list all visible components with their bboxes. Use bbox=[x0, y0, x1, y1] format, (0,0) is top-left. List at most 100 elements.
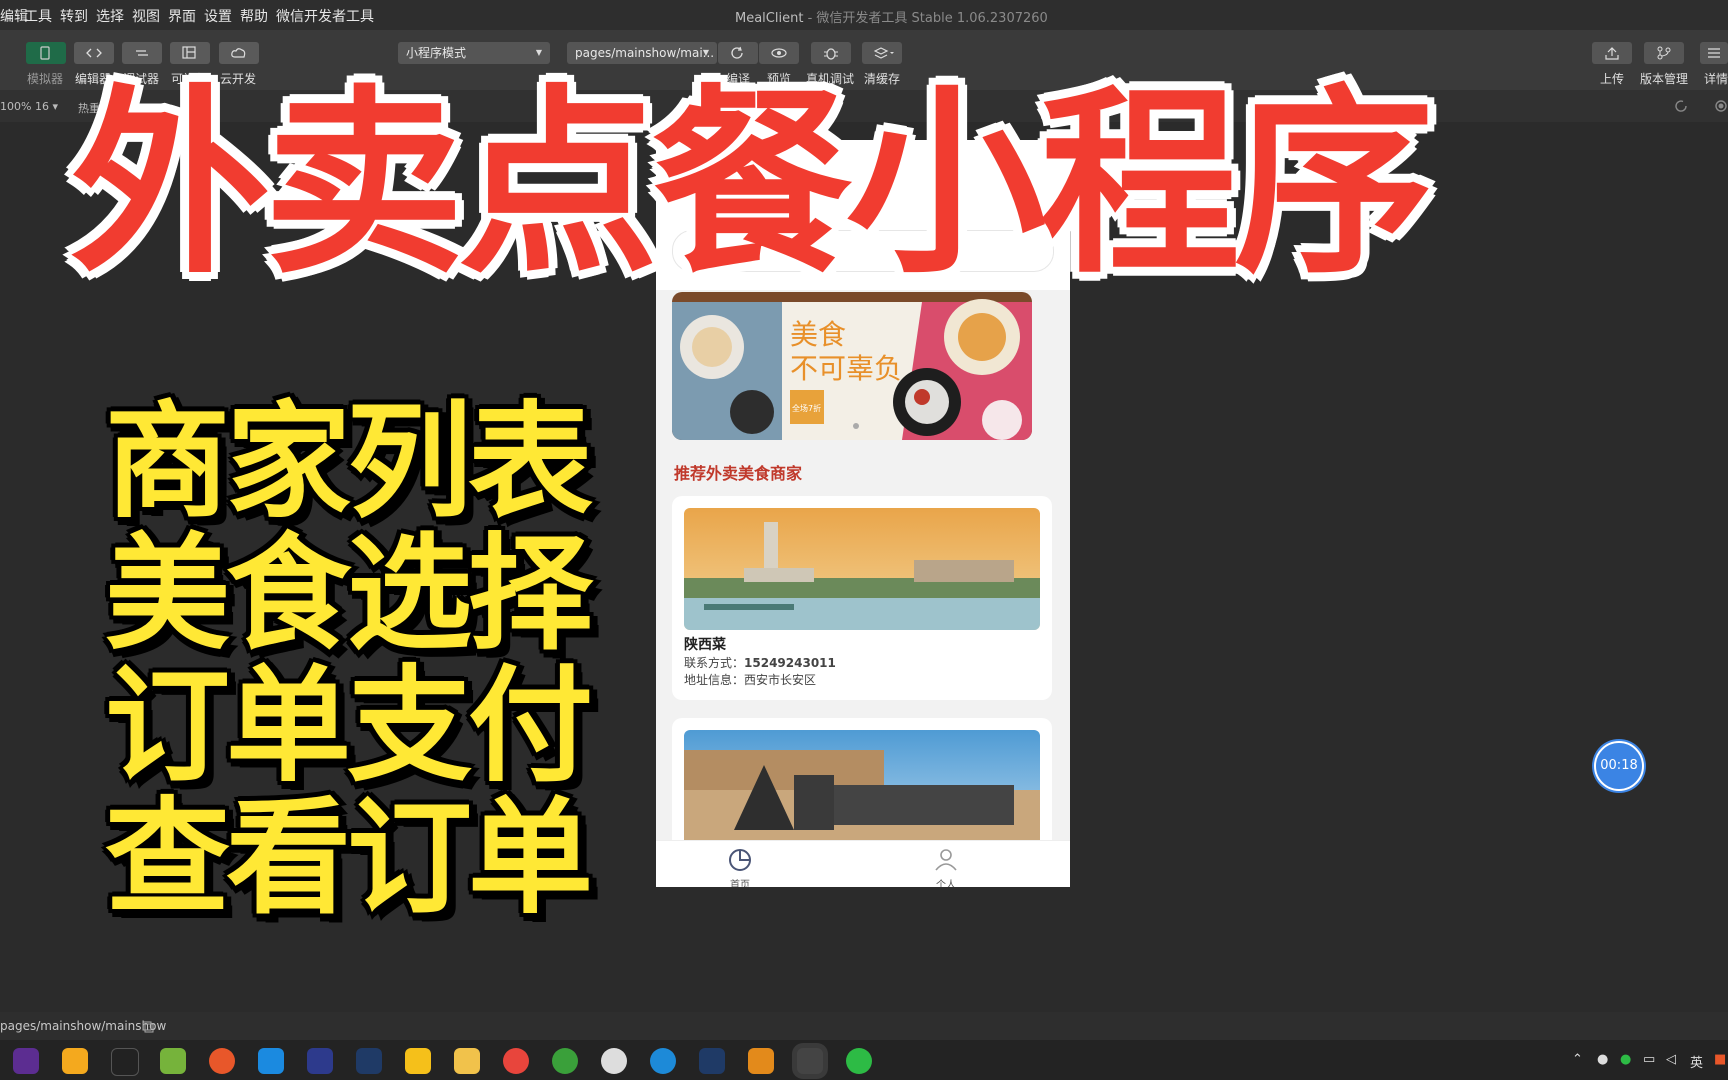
tray-chevron-up-icon[interactable]: ⌃ bbox=[1572, 1052, 1583, 1067]
simulator-toggle-button[interactable] bbox=[26, 42, 66, 64]
bug-icon bbox=[824, 48, 838, 60]
page-select[interactable]: pages/mainshow/mai... ▼ bbox=[567, 42, 717, 64]
shop-address: 地址信息：西安市长安区 bbox=[684, 671, 816, 688]
sublime-icon[interactable] bbox=[748, 1048, 774, 1074]
video-title-overlay: 外卖点餐小程序 bbox=[70, 68, 1434, 301]
shop-phone: 15249243011 bbox=[744, 656, 836, 670]
shop-image bbox=[684, 508, 1040, 630]
shop-contact: 联系方式：15249243011 bbox=[684, 654, 836, 671]
editor-toggle-button[interactable] bbox=[74, 42, 114, 64]
menu-select[interactable]: 选择 bbox=[96, 6, 124, 26]
code-icon bbox=[86, 48, 102, 58]
address-label: 地址信息： bbox=[684, 673, 745, 687]
menu-bar: 编辑 工具 转到 选择 视图 界面 设置 帮助 微信开发者工具 MealClie… bbox=[0, 0, 1728, 30]
details-button[interactable] bbox=[1700, 42, 1728, 64]
cloud-icon bbox=[231, 48, 246, 58]
page-select-value: pages/mainshow/mai... bbox=[575, 46, 715, 60]
contact-label: 联系方式： bbox=[684, 656, 745, 670]
app-icon[interactable] bbox=[62, 1048, 88, 1074]
branch-icon bbox=[1657, 46, 1671, 60]
version-label: 版本管理 bbox=[1640, 72, 1689, 86]
wechat-devtools-icon[interactable] bbox=[797, 1048, 823, 1074]
eye-icon bbox=[771, 48, 787, 58]
shop-photo-graphic bbox=[684, 730, 1040, 852]
simulator-label: 模拟器 bbox=[27, 72, 64, 86]
menu-goto[interactable]: 转到 bbox=[60, 6, 88, 26]
phone-icon bbox=[40, 46, 50, 60]
food-banner-graphic: 美食 不可辜负 全场7折 bbox=[672, 292, 1032, 440]
visual-studio-icon[interactable] bbox=[13, 1048, 39, 1074]
copy-icon[interactable] bbox=[142, 1021, 154, 1033]
shop-address-value: 西安市长安区 bbox=[744, 673, 817, 687]
banner-image[interactable]: 美食 不可辜负 全场7折 bbox=[672, 292, 1032, 440]
android-icon[interactable] bbox=[160, 1048, 186, 1074]
clear-cache-button[interactable] bbox=[862, 42, 902, 64]
feature-overlay-2: 美食选择 bbox=[105, 522, 593, 667]
menu-help[interactable]: 帮助 bbox=[240, 6, 268, 26]
menu-tools[interactable]: 工具 bbox=[24, 6, 52, 26]
shop-card[interactable]: 陕西菜 联系方式：15249243011 地址信息：西安市长安区 bbox=[672, 496, 1052, 700]
banner-badge: 全场7折 bbox=[792, 403, 821, 413]
preview-button[interactable] bbox=[759, 42, 799, 64]
qq-icon[interactable] bbox=[111, 1048, 139, 1076]
zoom-select[interactable]: 100% 16 ▾ bbox=[0, 100, 58, 113]
visual-toggle-button[interactable] bbox=[170, 42, 210, 64]
cloud-toggle-button[interactable] bbox=[219, 42, 259, 64]
shop-image bbox=[684, 730, 1040, 852]
edge-icon[interactable] bbox=[650, 1048, 676, 1074]
chrome-icon[interactable] bbox=[503, 1048, 529, 1074]
chevron-down-icon: ▼ bbox=[702, 48, 709, 57]
tab-home[interactable]: 首页 bbox=[710, 847, 770, 887]
status-bar: pages/mainshow/mainshow bbox=[0, 1012, 1728, 1040]
remote-debug-button[interactable] bbox=[811, 42, 851, 64]
leaf-app-icon[interactable] bbox=[552, 1048, 578, 1074]
compile-button[interactable] bbox=[718, 42, 758, 64]
app8b-icon[interactable] bbox=[699, 1048, 725, 1074]
intellij-icon[interactable] bbox=[307, 1048, 333, 1074]
network-icon[interactable]: ▭ bbox=[1643, 1052, 1655, 1067]
shop-name: 陕西菜 bbox=[684, 637, 726, 653]
wechat-icon[interactable] bbox=[846, 1048, 872, 1074]
tray-qq-icon[interactable]: ● bbox=[1597, 1052, 1608, 1067]
menu-devtools[interactable]: 微信开发者工具 bbox=[276, 6, 374, 26]
section-title: 推荐外卖美食商家 bbox=[674, 464, 803, 483]
menu-view[interactable]: 视图 bbox=[132, 6, 160, 26]
window-title: MealClient - 微信开发者工具 Stable 1.06.2307260 bbox=[735, 11, 1048, 26]
layout-icon bbox=[182, 46, 196, 59]
details-label: 详情 bbox=[1704, 72, 1728, 86]
shop-card[interactable] bbox=[672, 718, 1052, 858]
input-language[interactable]: 英 bbox=[1690, 1052, 1703, 1071]
upload-button[interactable] bbox=[1592, 42, 1632, 64]
fingerprint-icon[interactable] bbox=[601, 1048, 627, 1074]
tab-bar: 首页 个人 bbox=[656, 840, 1070, 887]
app8-icon[interactable] bbox=[356, 1048, 382, 1074]
debugger-toggle-button[interactable] bbox=[122, 42, 162, 64]
pie-chart-icon bbox=[729, 849, 751, 871]
tab-profile-label: 个人 bbox=[936, 880, 956, 887]
recording-timer[interactable]: 00:18 bbox=[1594, 741, 1644, 791]
chat-app-icon[interactable] bbox=[405, 1048, 431, 1074]
feature-overlay-3: 订单支付 bbox=[105, 654, 593, 799]
feature-overlay-4: 查看订单 bbox=[105, 786, 593, 931]
tab-profile[interactable]: 个人 bbox=[916, 847, 976, 887]
folder-icon[interactable] bbox=[454, 1048, 480, 1074]
layers-icon bbox=[874, 47, 894, 59]
user-icon bbox=[935, 849, 957, 871]
mode-select[interactable]: 小程序模式 ▼ bbox=[398, 42, 550, 64]
rotate-icon[interactable] bbox=[1674, 99, 1688, 113]
volume-icon[interactable]: ◁ bbox=[1666, 1052, 1676, 1067]
feature-overlay-1: 商家列表 bbox=[105, 390, 593, 535]
menu-settings[interactable]: 设置 bbox=[204, 6, 232, 26]
notification-icon[interactable]: ■ bbox=[1714, 1052, 1726, 1067]
version-button[interactable] bbox=[1644, 42, 1684, 64]
debug-icon bbox=[136, 50, 148, 56]
firefox-icon[interactable] bbox=[209, 1048, 235, 1074]
menu-interface[interactable]: 界面 bbox=[168, 6, 196, 26]
record-icon[interactable] bbox=[1714, 99, 1728, 113]
taskbar: ⌃ ● ● ▭ ◁ 英 ■ bbox=[0, 1040, 1728, 1080]
editor-icon[interactable] bbox=[258, 1048, 284, 1074]
mode-select-value: 小程序模式 bbox=[406, 46, 467, 60]
menu-icon bbox=[1708, 48, 1720, 58]
tray-wechat-icon[interactable]: ● bbox=[1620, 1052, 1631, 1067]
chevron-down-icon: ▼ bbox=[535, 48, 542, 57]
